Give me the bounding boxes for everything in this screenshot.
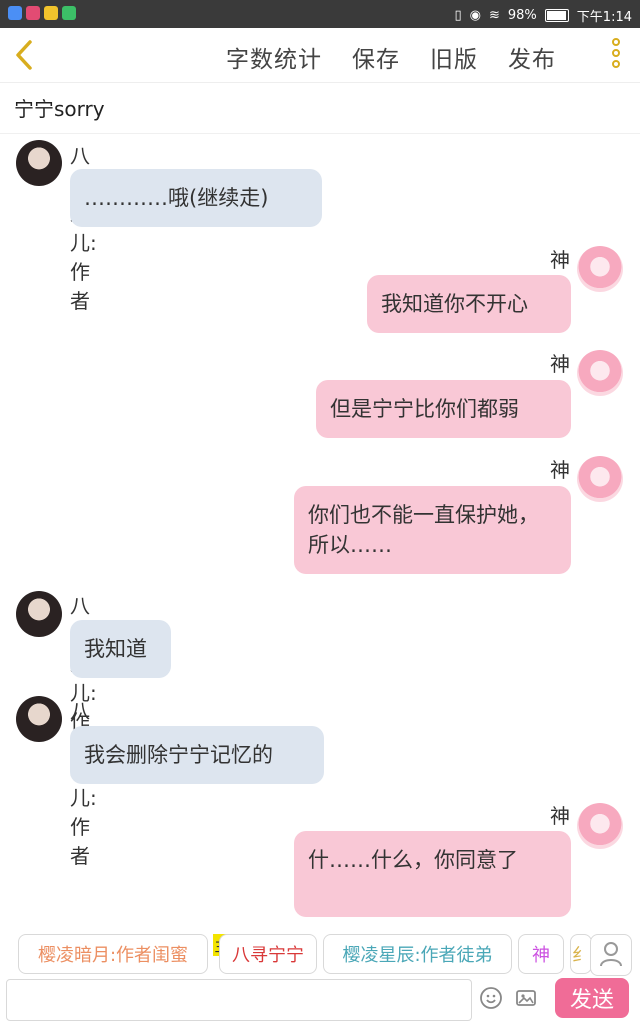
send-button[interactable]: 发送	[555, 978, 629, 1018]
app-icon-paw	[8, 6, 22, 20]
chevron-left-icon[interactable]	[10, 38, 38, 72]
character-chip[interactable]: 纟	[570, 934, 592, 974]
top-actions: 字数统计 保存 旧版 发布	[226, 40, 556, 74]
message-sender: 神	[550, 248, 570, 272]
emoji-icon[interactable]	[479, 986, 503, 1010]
app-icon-green	[62, 6, 76, 20]
vibrate-icon: ▯	[454, 8, 462, 23]
message-input[interactable]	[6, 979, 472, 1021]
app-icon-red	[26, 6, 40, 20]
avatar[interactable]	[16, 140, 62, 186]
status-bar: ▯ ◉ ≋ 98% 下午1:14	[0, 0, 640, 28]
user-chip[interactable]	[590, 934, 632, 976]
app-icon-yellow	[44, 6, 58, 20]
message-bubble: 什……什么，你同意了	[294, 831, 571, 917]
status-time: 下午1:14	[576, 10, 632, 25]
chat-area[interactable]: 八寻绘儿:作者 …………哦(继续走) 神 我知道你不开心 神 但是宁宁比你们都弱…	[0, 136, 640, 926]
message-bubble: …………哦(继续走)	[70, 169, 322, 227]
message-bubble: 我知道	[70, 620, 171, 678]
wifi-icon: ≋	[488, 8, 500, 23]
status-system-icons: ▯ ◉ ≋ 98% 下午1:14	[454, 6, 632, 25]
message-sender: 神	[550, 352, 570, 376]
avatar[interactable]	[577, 246, 623, 292]
user-icon	[600, 942, 622, 967]
top-bar: 字数统计 保存 旧版 发布	[0, 28, 640, 83]
message-sender: 神	[550, 458, 570, 482]
avatar[interactable]	[16, 591, 62, 637]
message-bubble: 我会删除宁宁记忆的	[70, 726, 324, 784]
avatar[interactable]	[577, 803, 623, 849]
avatar[interactable]	[16, 696, 62, 742]
old-version-button[interactable]: 旧版	[430, 40, 478, 74]
status-app-icons	[8, 6, 76, 20]
character-chip[interactable]: 八寻宁宁	[219, 934, 317, 974]
image-icon[interactable]	[514, 986, 538, 1010]
avatar[interactable]	[577, 456, 623, 502]
message-bubble: 但是宁宁比你们都弱	[316, 380, 571, 438]
publish-button[interactable]: 发布	[508, 40, 556, 74]
character-chip[interactable]: 樱凌暗月:作者闺蜜	[18, 934, 208, 974]
avatar[interactable]	[577, 350, 623, 396]
character-chip[interactable]: 神	[518, 934, 564, 974]
eye-icon: ◉	[469, 8, 481, 23]
character-chip[interactable]: 樱凌星辰:作者徒弟	[323, 934, 512, 974]
kebab-menu-icon[interactable]	[612, 38, 622, 70]
save-button[interactable]: 保存	[352, 40, 400, 74]
message-bubble: 你们也不能一直保护她，所以……	[294, 486, 571, 574]
message-sender: 神	[550, 804, 570, 828]
word-count-button[interactable]: 字数统计	[226, 40, 322, 74]
message-bubble: 我知道你不开心	[367, 275, 571, 333]
character-chips: 樱凌暗月:作者闺蜜 主 八寻宁宁 樱凌星辰:作者徒弟 神 纟	[0, 934, 640, 978]
battery-icon	[544, 9, 569, 22]
message-sender: 八寻绘儿:作者	[70, 144, 97, 313]
battery-percent: 98%	[507, 8, 537, 23]
story-title: 宁宁sorry	[14, 97, 105, 121]
message-composer: 发送	[0, 977, 640, 1024]
divider	[0, 133, 640, 134]
